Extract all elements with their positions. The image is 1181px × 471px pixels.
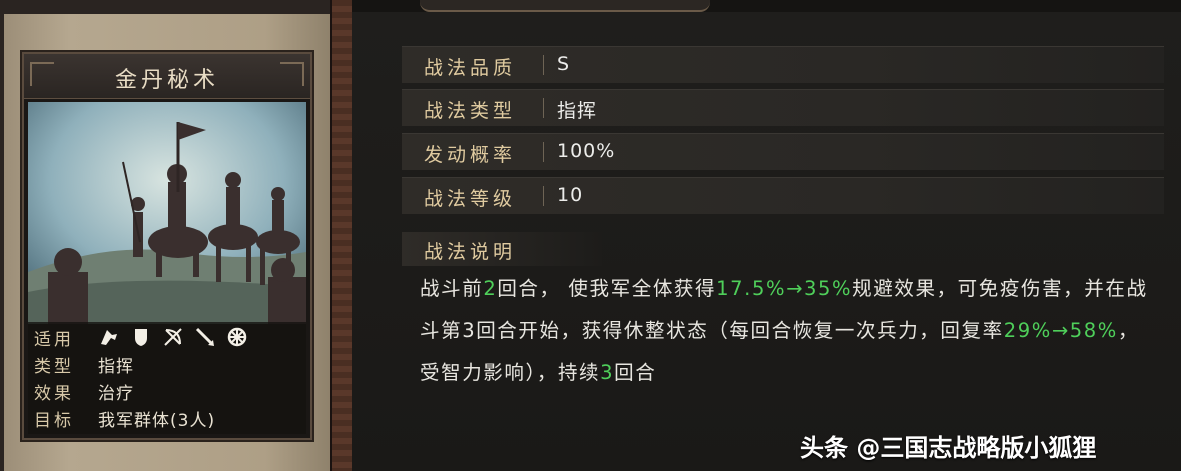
bow-icon — [164, 328, 182, 346]
skill-description: 战斗前2回合， 使我军全体获得17.5%→35%规避效果，可免疫伤害，并在战斗第… — [420, 268, 1160, 394]
skill-name: 金丹秘术 — [114, 68, 219, 93]
cavalry-icon — [101, 330, 117, 345]
stat-row-level: 战法等级 10 — [402, 177, 1164, 214]
info-row-target: 目标 我军群体(3人) — [34, 405, 215, 431]
stat-row-type: 战法类型 指挥 — [402, 89, 1164, 126]
info-row-applicable: 适用 — [34, 324, 248, 350]
info-label: 目标 — [34, 410, 74, 431]
desc-highlight: 3 — [600, 361, 615, 384]
divider — [543, 186, 544, 206]
stat-label: 战法类型 — [424, 100, 517, 122]
description-heading: 战法说明 — [424, 241, 517, 263]
shield-icon — [135, 329, 147, 346]
stat-row-quality: 战法品质 S — [402, 46, 1164, 83]
skill-card: 金丹秘术 适用 类型 指挥 效果 治疗 目标 我军群体(3人) — [22, 52, 312, 440]
desc-text: 回合， 使我军全体获得 — [497, 277, 717, 300]
divider — [543, 98, 544, 118]
info-value: 指挥 — [98, 356, 134, 377]
divider — [543, 142, 544, 162]
card-title-bar: 金丹秘术 — [24, 54, 310, 99]
stat-row-trigger-rate: 发动概率 100% — [402, 133, 1164, 170]
skill-info-list: 适用 类型 指挥 效果 治疗 目标 我军群体(3人) — [28, 322, 306, 434]
desc-highlight: 2 — [483, 277, 498, 300]
skill-artwork — [28, 102, 306, 324]
info-label: 适用 — [34, 329, 74, 350]
info-label: 效果 — [34, 383, 74, 404]
spear-icon — [195, 327, 214, 346]
info-label: 类型 — [34, 356, 74, 377]
stat-label: 战法等级 — [424, 188, 517, 210]
stat-label: 发动概率 — [424, 144, 517, 166]
info-row-type: 类型 指挥 — [34, 351, 134, 377]
info-value: 我军群体(3人) — [98, 410, 216, 431]
divider — [543, 55, 544, 75]
troop-type-icons — [98, 326, 248, 348]
desc-highlight: 29%→58% — [1003, 319, 1118, 342]
stat-value: S — [557, 53, 571, 75]
stat-value: 100% — [557, 140, 616, 162]
description-heading-bar: 战法说明 — [402, 232, 602, 266]
skill-card-panel: 金丹秘术 适用 类型 指挥 效果 治疗 目标 我军群体(3人) — [0, 0, 354, 471]
wood-frame — [330, 0, 354, 471]
info-row-effect: 效果 治疗 — [34, 378, 134, 404]
desc-highlight: 17.5%→35% — [716, 277, 853, 300]
top-ornament — [420, 0, 710, 12]
wheel-icon — [227, 327, 247, 347]
watermark: 头条 @三国志战略版小狐狸 — [800, 434, 1097, 462]
stat-value: 10 — [557, 184, 584, 206]
stat-value: 指挥 — [557, 100, 598, 122]
desc-text: 战斗前 — [420, 277, 484, 300]
desc-text: 回合 — [614, 361, 657, 384]
stat-label: 战法品质 — [424, 57, 517, 79]
info-value: 治疗 — [98, 383, 134, 404]
